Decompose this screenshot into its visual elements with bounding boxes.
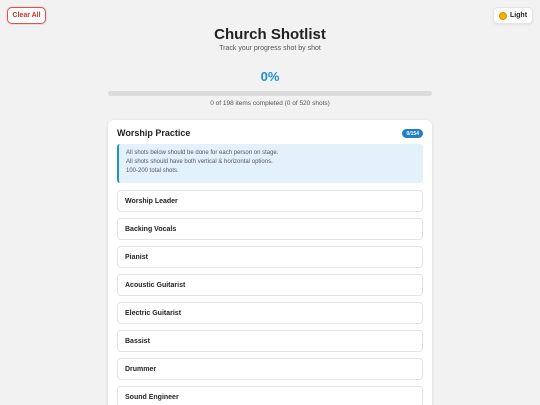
shot-item-label: Sound Engineer (125, 393, 179, 401)
progress-percent: 0% (260, 69, 280, 84)
clear-all-label: Clear All (12, 12, 41, 19)
sun-icon (498, 11, 507, 20)
page-subtitle: Track your progress shot by shot (219, 45, 321, 52)
page-title: Church Shotlist (214, 26, 326, 43)
shot-item-drummer[interactable]: Drummer (117, 358, 423, 380)
shot-item-label: Backing Vocals (125, 225, 177, 233)
progress-summary: 0 of 198 items completed (0 of 520 shots… (210, 100, 330, 107)
shot-item-label: Drummer (125, 365, 157, 373)
shot-item-label: Electric Guitarist (125, 309, 182, 317)
section-note: All shots below should be done for each … (117, 144, 423, 183)
note-line: 100-200 total shots. (126, 168, 179, 174)
shot-item-label: Worship Leader (125, 197, 178, 205)
shot-item-worship-leader[interactable]: Worship Leader (117, 190, 423, 212)
shot-item-sound-engineer[interactable]: Sound Engineer (117, 386, 423, 405)
shot-item-label: Pianist (125, 253, 148, 261)
shot-item-list: Worship Leader Backing Vocals Pianist Ac… (117, 190, 423, 405)
shot-item-pianist[interactable]: Pianist (117, 246, 423, 268)
shot-item-electric-guitarist[interactable]: Electric Guitarist (117, 302, 423, 324)
progress-bar (108, 91, 432, 96)
shot-item-backing-vocals[interactable]: Backing Vocals (117, 218, 423, 240)
theme-toggle-button[interactable]: Light (493, 7, 533, 24)
section-title: Worship Practice (117, 128, 191, 138)
shot-item-bassist[interactable]: Bassist (117, 330, 423, 352)
shot-item-acoustic-guitarist[interactable]: Acoustic Guitarist (117, 274, 423, 296)
clear-all-button[interactable]: Clear All (7, 7, 46, 24)
note-line: All shots should have both vertical & ho… (126, 159, 273, 165)
note-line: All shots below should be done for each … (126, 150, 279, 156)
section-card-worship-practice: Worship Practice 0/154 All shots below s… (108, 120, 432, 405)
theme-toggle-label: Light (509, 12, 528, 19)
shot-item-label: Acoustic Guitarist (125, 281, 186, 289)
shot-item-label: Bassist (125, 337, 150, 345)
section-count-badge: 0/154 (402, 129, 423, 138)
